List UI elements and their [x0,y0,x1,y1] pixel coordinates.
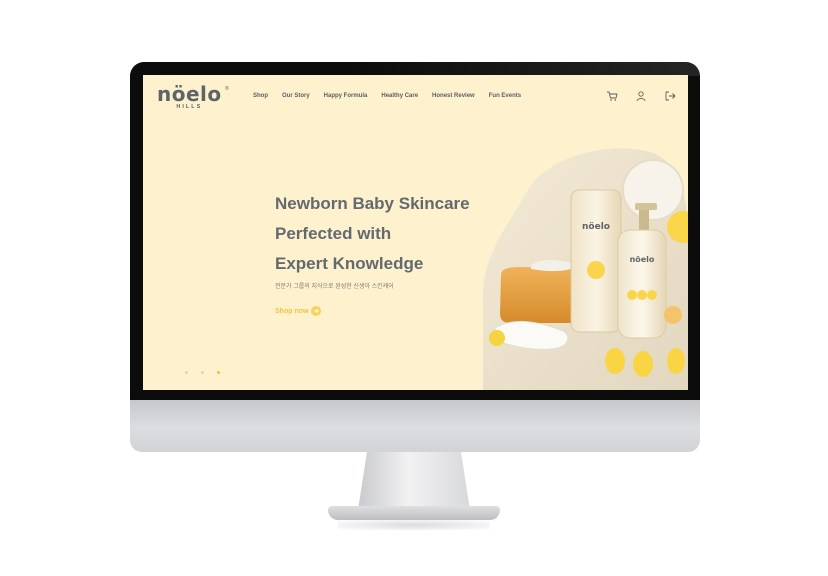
carousel-dot-1[interactable] [185,371,188,374]
duck-figure-3 [667,348,685,374]
stand-shadow [338,520,490,530]
hero-title-line-3: Expert Knowledge [275,254,424,273]
nav-item-our-story[interactable]: Our Story [282,93,310,99]
monitor-stand-foot [328,506,500,520]
cart-icon[interactable] [606,90,618,102]
arrow-right-icon [311,306,322,316]
main-nav: Shop Our Story Happy Formula Healthy Car… [253,93,535,99]
nav-item-healthy-care[interactable]: Healthy Care [381,93,418,99]
duck-on-bottle-3 [647,290,657,300]
duck-on-bottle-2 [637,290,647,300]
hero-subtitle: 전문가 그룹의 지식으로 완성한 신생아 스킨케어 [275,284,394,290]
header-icons [589,90,676,102]
bottle-pump-in-background [622,159,684,221]
carousel-dot-3-active[interactable] [217,371,220,374]
hero-title-line-2: Perfected with [275,224,392,243]
nav-item-honest-review[interactable]: Honest Review [432,93,475,99]
nav-item-fun-events[interactable]: Fun Events [489,93,521,99]
hero-product-image: nöelo nöelo [483,148,688,390]
desktop-monitor: nöelo HILLS ® Shop Our Story Happy Formu… [0,0,828,576]
sponge [664,306,682,324]
carousel-dot-2[interactable] [201,371,204,374]
user-icon[interactable] [635,90,647,102]
bottle-brand: nöelo [630,255,655,264]
duck-figure-2 [633,351,653,377]
shop-now-label: Shop now [275,307,309,315]
duck-on-bottle-1 [627,290,637,300]
hero-title-line-1: Newborn Baby Skincare [275,194,470,213]
lotion-bottle [617,229,667,339]
bottle-pump-neck [639,207,649,231]
website-screen: nöelo HILLS ® Shop Our Story Happy Formu… [143,75,688,390]
carousel-dots [185,371,233,374]
logo-wordmark: nöelo [157,82,222,106]
monitor-chin [130,400,700,452]
tube-brand: nöelo [582,222,610,232]
duck-on-tube [587,261,605,279]
logout-icon[interactable] [664,90,676,102]
duck-figure-1 [605,348,625,374]
monitor-stand-neck [358,452,470,510]
bottle-pump-head [635,203,657,210]
hero-title: Newborn Baby Skincare Perfected with Exp… [275,189,470,279]
bezel-reflection [344,62,700,76]
registered-mark: ® [225,86,229,92]
baby-duck-left [489,330,505,346]
nav-item-shop[interactable]: Shop [253,93,268,99]
nav-item-happy-formula[interactable]: Happy Formula [324,93,368,99]
site-logo[interactable]: nöelo HILLS ® [157,82,229,110]
shop-now-button[interactable]: Shop now [275,306,322,316]
